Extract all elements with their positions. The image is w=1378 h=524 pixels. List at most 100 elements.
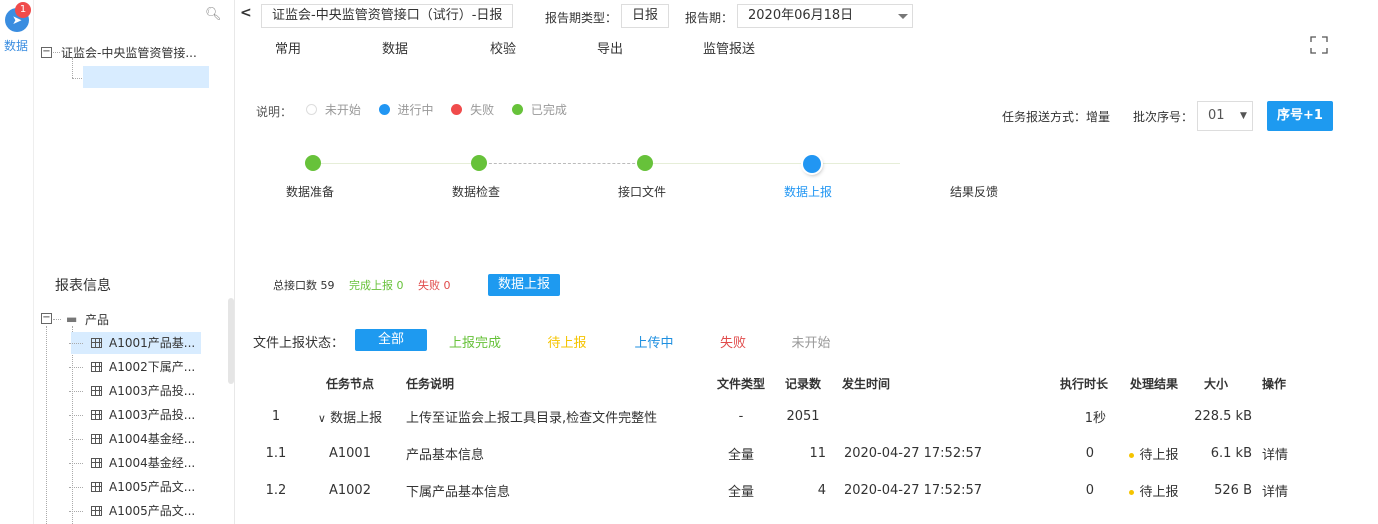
tree-connector [53,319,61,320]
col-header[interactable]: 大小 [1194,368,1262,398]
tree-item[interactable]: A1001产品基... [69,332,201,354]
tree-child-node-selected[interactable] [83,66,209,88]
legend-dot-failed [451,104,463,115]
batch-value: 01 [1208,108,1225,123]
period-date-value: 2020年06月18日 [748,8,854,23]
interface-name-box[interactable]: 证监会-中央监管资管接口（试行）-日报 [261,4,514,28]
cell-duration: 0 [1085,446,1094,461]
period-label: 报告期： [685,11,734,25]
table-icon [91,362,102,372]
menu-export[interactable]: 导出 [597,38,623,57]
cell-time [834,398,992,435]
batch-select[interactable]: 01 ▼ [1197,101,1253,131]
legend-dot-not-started [306,104,317,115]
detail-link[interactable]: 详情 [1262,472,1320,509]
step-label[interactable]: 接口文件 [592,183,692,200]
menu-common[interactable]: 常用 [275,38,301,57]
collapse-toggle-icon[interactable]: − [41,47,52,58]
step-label-active[interactable]: 数据上报 [758,183,858,200]
col-header[interactable]: 任务节点 [302,368,398,398]
table-icon [91,410,102,420]
legend-label: 未开始 [324,103,361,117]
cell-count: 11 [809,446,826,461]
period-date-select[interactable]: 2020年06月18日 [737,4,913,28]
col-header[interactable]: 处理结果 [1114,368,1194,398]
filter-failed[interactable]: 失败 [697,332,769,351]
cell-result [1114,398,1194,435]
filter-completed[interactable]: 上报完成 [439,332,511,351]
cell-node[interactable]: ∨ 数据上报 [302,398,398,435]
total-count: 总接口数 59 [273,279,335,292]
tree-item[interactable]: A1005产品文... [69,476,201,498]
tree-connector [72,58,73,78]
seq-plus-button[interactable]: 序号+1 [1267,101,1333,131]
filter-all[interactable]: 全部 [355,329,427,351]
tree-group-label[interactable]: 产品 [85,311,109,328]
col-header[interactable]: 执行时长 [992,368,1114,398]
col-header[interactable]: 操作 [1262,368,1320,398]
cell-count: 4 [817,483,826,498]
tree-item[interactable]: A1003产品投... [69,404,201,426]
cell-type: 全量 [727,485,754,500]
tree-panel: 🔍︎ − 证监会-中央监管资管接... 报表信息 − ▬ 产品 A1001产品基… [35,0,235,524]
filter-uploading[interactable]: 上传中 [618,332,690,351]
back-chevron-icon[interactable]: < [240,5,252,21]
cell-no: 1.2 [265,483,287,498]
tree-item-list: A1001产品基... A1002下属产... A1003产品投... A100… [69,332,201,518]
step-dot-complete [305,155,321,171]
cell-result-text: 待上报 [1139,448,1179,463]
col-header[interactable]: 文件类型 [710,368,772,398]
tree-item[interactable]: A1002下属产... [69,356,201,378]
tree-item[interactable]: A1005产品文... [69,500,201,522]
cell-size: 6.1 kB [1210,446,1252,461]
menu-data[interactable]: 数据 [382,38,408,57]
tree-scrollbar[interactable] [228,298,234,384]
tree-item[interactable]: A1004基金经... [69,452,201,474]
col-header-no [250,368,302,398]
legend-title: 说明： [256,105,293,119]
table-row[interactable]: 1 ∨ 数据上报 上传至证监会上报工具目录,检查文件完整性 - 2051 1秒 … [250,398,1320,435]
step-dot-active [803,155,821,173]
filter-pending[interactable]: 待上报 [531,332,603,351]
period-type-select[interactable]: 日报 [621,4,670,28]
chevron-down-icon[interactable]: ∨ [318,412,326,425]
step-label[interactable]: 结果反馈 [924,183,1024,200]
tree-connector [53,52,60,53]
cell-desc: 上传至证监会上报工具目录,检查文件完整性 [406,411,658,426]
table-icon [91,434,102,444]
legend-label: 失败 [470,103,495,117]
fullscreen-icon[interactable] [1310,36,1328,54]
step-connector [645,163,900,164]
search-icon[interactable]: 🔍︎ [205,7,222,22]
table-row[interactable]: 1.2 A1002 下属产品基本信息 全量 4 2020-04-27 17:52… [250,472,1320,509]
col-header[interactable]: 记录数 [772,368,834,398]
table-icon [91,338,102,348]
rail-label-data[interactable]: 数据 [4,37,28,54]
tree-item[interactable]: A1004基金经... [69,428,201,450]
tree-item[interactable]: A1003产品投... [69,380,201,402]
cell-action[interactable] [1262,398,1320,435]
step-label[interactable]: 数据检查 [426,183,526,200]
cell-result-text: 待上报 [1139,485,1179,500]
table-row[interactable]: 1.1 A1001 产品基本信息 全量 11 2020-04-27 17:52:… [250,435,1320,472]
table-icon [91,506,102,516]
col-header[interactable]: 发生时间 [834,368,992,398]
period-type-label: 报告期类型： [545,11,618,25]
step-label[interactable]: 数据准备 [260,183,360,200]
menu-regulatory-submit[interactable]: 监管报送 [703,38,755,57]
collapse-toggle-icon[interactable]: − [41,313,52,324]
cell-type: - [738,409,744,424]
task-table: 任务节点 任务说明 文件类型 记录数 发生时间 执行时长 处理结果 大小 操作 … [250,368,1320,509]
pending-status-dot [1129,490,1135,495]
menu-validate[interactable]: 校验 [490,38,516,57]
legend: 未开始 进行中 失败 已完成 [306,101,567,118]
task-mode-label: 任务报送方式：增量 [1002,110,1111,124]
filter-label: 文件上报状态： [253,336,345,351]
tree-root-node[interactable]: 证监会-中央监管资管接... [61,44,197,61]
data-upload-button[interactable]: 数据上报 [488,274,560,296]
chevron-down-icon: ▼ [1240,111,1247,121]
col-header[interactable]: 任务说明 [398,368,710,398]
notification-badge: 1 [15,2,31,18]
filter-not-started[interactable]: 未开始 [775,332,847,351]
detail-link[interactable]: 详情 [1262,435,1320,472]
